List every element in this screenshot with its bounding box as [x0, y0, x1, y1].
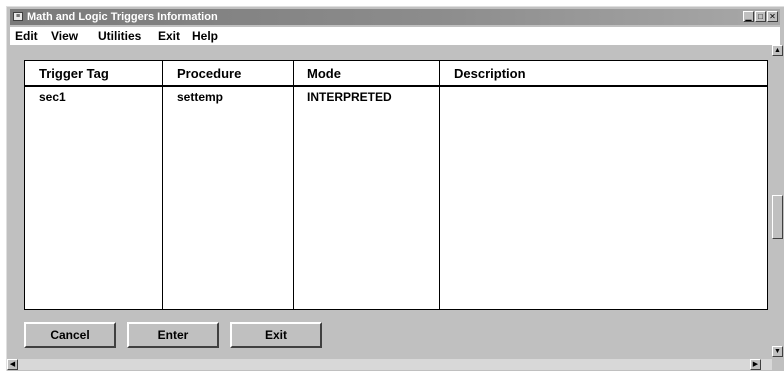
app-icon[interactable]: ≡ — [13, 12, 23, 21]
menu-bar: Edit View Utilities Exit Help — [10, 27, 780, 45]
table-header — [25, 61, 767, 87]
cell-procedure[interactable]: settemp — [177, 90, 223, 104]
column-header-mode[interactable]: Mode — [307, 66, 341, 81]
arrow-right-icon[interactable]: ▶ — [750, 359, 761, 370]
horizontal-scrollbar[interactable]: ◀ ▶ — [7, 359, 772, 370]
window-title: Math and Logic Triggers Information — [27, 11, 218, 23]
vertical-scroll-thumb[interactable] — [772, 195, 783, 239]
close-icon[interactable]: ✕ — [767, 11, 778, 22]
column-divider — [439, 61, 440, 309]
column-divider — [293, 61, 294, 309]
title-bar[interactable]: ≡ Math and Logic Triggers Information ▁ … — [10, 9, 780, 25]
math-logic-triggers-window: ≡ Math and Logic Triggers Information ▁ … — [6, 6, 784, 371]
minimize-icon[interactable]: ▁ — [743, 11, 754, 22]
client-area: Trigger Tag Procedure Mode Description s… — [10, 45, 770, 351]
column-header-description[interactable]: Description — [454, 66, 526, 81]
arrow-left-icon[interactable]: ◀ — [7, 359, 18, 370]
vertical-scrollbar[interactable]: ▲ ▼ — [772, 45, 783, 357]
cancel-button[interactable]: Cancel — [24, 322, 116, 348]
arrow-up-icon[interactable]: ▲ — [772, 45, 783, 56]
enter-button[interactable]: Enter — [127, 322, 219, 348]
column-header-trigger-tag[interactable]: Trigger Tag — [39, 66, 109, 81]
cell-mode[interactable]: INTERPRETED — [307, 90, 392, 104]
cell-trigger-tag[interactable]: sec1 — [39, 90, 66, 104]
arrow-down-icon[interactable]: ▼ — [772, 346, 783, 357]
maximize-icon[interactable]: □ — [755, 11, 766, 22]
menu-edit[interactable]: Edit — [15, 29, 38, 43]
triggers-table[interactable]: Trigger Tag Procedure Mode Description s… — [24, 60, 768, 310]
menu-help[interactable]: Help — [192, 29, 218, 43]
exit-button[interactable]: Exit — [230, 322, 322, 348]
menu-exit[interactable]: Exit — [158, 29, 180, 43]
column-header-procedure[interactable]: Procedure — [177, 66, 241, 81]
menu-utilities[interactable]: Utilities — [98, 29, 141, 43]
menu-view[interactable]: View — [51, 29, 78, 43]
column-divider — [162, 61, 163, 309]
